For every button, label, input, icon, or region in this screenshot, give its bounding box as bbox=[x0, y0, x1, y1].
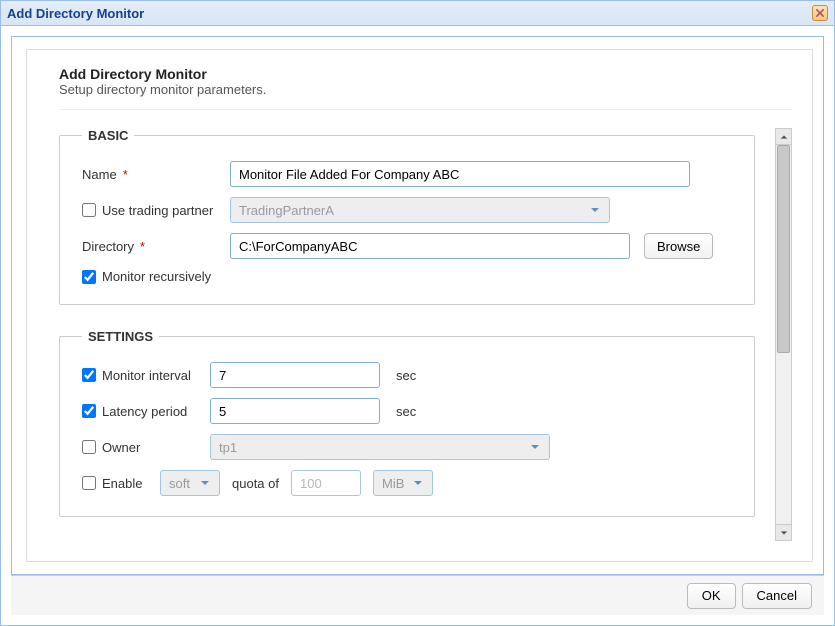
directory-label: Directory* bbox=[82, 239, 222, 254]
quota-mid-text: quota of bbox=[232, 476, 279, 491]
ok-button[interactable]: OK bbox=[687, 583, 736, 609]
quota-spinner[interactable] bbox=[291, 470, 361, 496]
quota-unit-value: MiB bbox=[382, 476, 404, 491]
close-button[interactable] bbox=[812, 5, 828, 21]
settings-fieldset: SETTINGS Monitor interval bbox=[59, 329, 755, 517]
panel-subtitle: Setup directory monitor parameters. bbox=[59, 82, 792, 97]
button-bar: OK Cancel bbox=[11, 575, 824, 615]
divider bbox=[59, 109, 792, 110]
interval-input[interactable] bbox=[211, 363, 380, 387]
row-enable-quota: Enable soft quota of bbox=[82, 470, 734, 496]
content-inner: Add Directory Monitor Setup directory mo… bbox=[11, 36, 824, 575]
latency-checkbox[interactable] bbox=[82, 404, 96, 418]
row-recurse: Monitor recursively bbox=[82, 269, 734, 284]
enable-checkbox[interactable] bbox=[82, 476, 96, 490]
scroll-up-button[interactable] bbox=[776, 129, 791, 145]
quota-input[interactable] bbox=[292, 471, 361, 495]
interval-label: Monitor interval bbox=[82, 368, 202, 383]
scroll-track[interactable] bbox=[776, 145, 791, 524]
latency-label: Latency period bbox=[82, 404, 202, 419]
panel-title: Add Directory Monitor bbox=[59, 66, 792, 82]
chevron-down-icon bbox=[197, 478, 213, 488]
settings-legend: SETTINGS bbox=[82, 329, 159, 344]
use-tp-label: Use trading partner bbox=[82, 203, 222, 218]
trading-partner-select[interactable]: TradingPartnerA bbox=[230, 197, 610, 223]
row-owner: Owner tp1 bbox=[82, 434, 734, 460]
scroll-thumb[interactable] bbox=[777, 145, 790, 353]
owner-value: tp1 bbox=[219, 440, 237, 455]
panel-header: Add Directory Monitor Setup directory mo… bbox=[59, 66, 792, 97]
name-input[interactable] bbox=[230, 161, 690, 187]
basic-legend: BASIC bbox=[82, 128, 134, 143]
latency-unit: sec bbox=[396, 404, 416, 419]
interval-unit: sec bbox=[396, 368, 416, 383]
interval-checkbox[interactable] bbox=[82, 368, 96, 382]
owner-select[interactable]: tp1 bbox=[210, 434, 550, 460]
recurse-label: Monitor recursively bbox=[82, 269, 211, 284]
interval-spinner[interactable] bbox=[210, 362, 380, 388]
trading-partner-value: TradingPartnerA bbox=[239, 203, 334, 218]
browse-button[interactable]: Browse bbox=[644, 233, 713, 259]
scroll-area: BASIC Name* Use trading partne bbox=[59, 128, 792, 541]
owner-label: Owner bbox=[82, 440, 202, 455]
vertical-scrollbar[interactable] bbox=[775, 128, 792, 541]
latency-input[interactable] bbox=[211, 399, 380, 423]
row-interval: Monitor interval sec bbox=[82, 362, 734, 388]
directory-input[interactable] bbox=[230, 233, 630, 259]
basic-fieldset: BASIC Name* Use trading partne bbox=[59, 128, 755, 305]
scroll-down-button[interactable] bbox=[776, 524, 791, 540]
form-column: BASIC Name* Use trading partne bbox=[59, 128, 767, 541]
row-name: Name* bbox=[82, 161, 734, 187]
owner-checkbox[interactable] bbox=[82, 440, 96, 454]
chevron-down-icon bbox=[527, 442, 543, 452]
cancel-button[interactable]: Cancel bbox=[742, 583, 812, 609]
enable-label: Enable bbox=[82, 476, 152, 491]
row-directory: Directory* Browse bbox=[82, 233, 734, 259]
required-marker: * bbox=[123, 167, 128, 182]
name-label: Name* bbox=[82, 167, 222, 182]
recurse-checkbox[interactable] bbox=[82, 270, 96, 284]
latency-spinner[interactable] bbox=[210, 398, 380, 424]
content-outer: Add Directory Monitor Setup directory mo… bbox=[1, 26, 834, 625]
titlebar: Add Directory Monitor bbox=[1, 1, 834, 26]
chevron-down-icon bbox=[587, 205, 603, 215]
row-latency: Latency period sec bbox=[82, 398, 734, 424]
window-title: Add Directory Monitor bbox=[7, 6, 144, 21]
quota-unit-select[interactable]: MiB bbox=[373, 470, 433, 496]
form-panel: Add Directory Monitor Setup directory mo… bbox=[26, 49, 813, 562]
required-marker: * bbox=[140, 239, 145, 254]
dialog-window: Add Directory Monitor Add Directory Moni… bbox=[0, 0, 835, 626]
chevron-down-icon bbox=[410, 478, 426, 488]
row-trading-partner: Use trading partner TradingPartnerA bbox=[82, 197, 734, 223]
quota-type-select[interactable]: soft bbox=[160, 470, 220, 496]
use-tp-checkbox[interactable] bbox=[82, 203, 96, 217]
quota-type-value: soft bbox=[169, 476, 190, 491]
close-icon bbox=[816, 9, 824, 17]
